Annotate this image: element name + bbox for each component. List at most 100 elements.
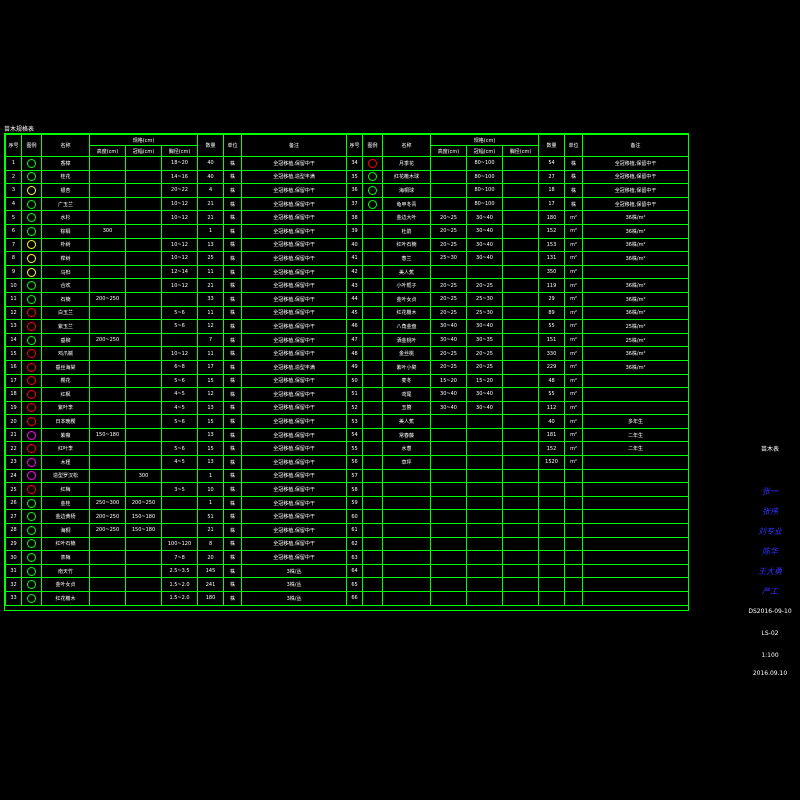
note-value: 36株/m² [582, 237, 690, 253]
dbh-value: 4~5 [160, 387, 199, 402]
quantity-value: 119 [538, 278, 566, 293]
unit-value [564, 577, 584, 592]
dbh-value [160, 509, 199, 525]
legend-symbol [362, 577, 383, 592]
note-value: 全冠移植,保留中干 [241, 183, 348, 198]
crown-value [125, 550, 162, 565]
quantity-value [538, 577, 566, 592]
crown-value [125, 387, 162, 402]
crown-value [125, 591, 162, 606]
legend-symbol [362, 441, 383, 457]
height-value: 200~250 [89, 332, 126, 348]
unit-value: 株 [223, 414, 243, 429]
crown-value [125, 373, 162, 389]
crown-value [125, 414, 162, 429]
plant-name: 鸢尾 [382, 387, 431, 402]
plant-symbol-icon [27, 471, 36, 481]
legend-symbol [21, 319, 42, 334]
plant-name [382, 563, 431, 579]
row-number: 58 [346, 482, 363, 497]
row-number: 5 [5, 210, 22, 225]
height-value [430, 427, 467, 443]
legend-symbol [362, 468, 383, 484]
row-number: 47 [346, 332, 363, 348]
height-value: 200~250 [89, 291, 126, 307]
dbh-value: 5~6 [160, 441, 199, 457]
note-value: 全冠移植,保留中干 [241, 196, 348, 212]
plant-symbol-icon [27, 389, 36, 399]
note-value [582, 509, 690, 525]
plant-symbol-icon [27, 226, 36, 236]
plant-name: 榉树 [41, 251, 90, 266]
legend-symbol [21, 482, 42, 497]
quantity-value: 11 [197, 264, 225, 280]
plant-name: 八角金盘 [382, 319, 431, 334]
dbh-value [501, 237, 540, 253]
quantity-value: 17 [538, 196, 566, 212]
plant-symbol-icon [27, 498, 36, 508]
page-title: 苗木规格表 [4, 126, 35, 133]
unit-value: 株 [223, 563, 243, 579]
table-row: 12 白玉兰 5~6 11 株全冠移植,保留中干 [5, 305, 348, 321]
crown-value [466, 550, 503, 565]
plant-name: 紫叶李 [41, 400, 90, 416]
table-row: 39 杜鹃 20~25 30~40 152 m² 36株/m² [346, 223, 690, 239]
plant-name: 红花檵木 [41, 591, 90, 606]
row-number: 27 [5, 509, 22, 525]
dbh-value [501, 305, 540, 321]
note-value [582, 536, 690, 552]
plant-name: 造型罗汉松 [41, 468, 90, 484]
note-value [582, 577, 690, 592]
legend-symbol [21, 427, 42, 443]
note-value: 全冠移植,保留中干 [241, 237, 348, 253]
table-row: 5 水杉 10~12 21 株全冠移植,保留中干 [5, 210, 348, 225]
crown-value: 30~35 [466, 332, 503, 348]
plant-name [382, 509, 431, 525]
dbh-value: 10~12 [160, 196, 199, 212]
unit-value: 株 [223, 441, 243, 457]
header-unit: 单位 [564, 134, 584, 157]
header-spec: 规格(cm) [88, 134, 199, 146]
crown-value [125, 251, 162, 266]
note-value: 全冠移植,保留中干 [241, 523, 348, 538]
legend-symbol [362, 523, 383, 538]
dbh-value [501, 414, 540, 429]
quantity-value: 15 [197, 373, 225, 389]
row-number: 43 [346, 278, 363, 293]
plant-name: 垂柳 [41, 332, 90, 348]
quantity-value: 151 [538, 332, 566, 348]
plant-symbol-icon [27, 185, 36, 195]
unit-value: m² [564, 441, 584, 457]
quantity-value: 17 [197, 359, 225, 375]
crown-value: 15~20 [466, 373, 503, 389]
dbh-value [501, 332, 540, 348]
note-value [582, 495, 690, 511]
table-row: 2 桂花 14~16 40 株全冠移植,造型丰满 [5, 169, 348, 185]
height-value: 200~250 [89, 509, 126, 525]
unit-value: 株 [223, 291, 243, 307]
title-block: 苗木表 张一 张伟 刘专业 陈华 王大勇 严工 DS2016-09-10 LS-… [740, 0, 800, 800]
dbh-value: 5~6 [160, 305, 199, 321]
unit-value: 株 [223, 223, 243, 239]
plant-symbol-icon [27, 512, 36, 522]
row-number: 56 [346, 455, 363, 470]
crown-value [125, 156, 162, 171]
crown-value [466, 536, 503, 552]
legend-symbol [21, 387, 42, 402]
plant-name: 桂花 [41, 169, 90, 185]
table-row: 21 紫薇 150~180 13 株全冠移植,保留中干 [5, 427, 348, 443]
row-number: 32 [5, 577, 22, 592]
height-value [89, 305, 126, 321]
unit-value: m² [564, 237, 584, 253]
legend-symbol [362, 264, 383, 280]
unit-value: m² [564, 264, 584, 280]
plant-symbol-icon [27, 430, 36, 440]
plant-name [382, 577, 431, 592]
table-row: 63 [346, 550, 690, 565]
note-value: 全冠移植,保留中干 [241, 536, 348, 552]
unit-value: m² [564, 414, 584, 429]
crown-value [466, 468, 503, 484]
height-value [430, 495, 467, 511]
table-row: 31 南天竹 2.5~3.5 145 株 3株/丛 [5, 563, 348, 579]
row-number: 13 [5, 319, 22, 334]
